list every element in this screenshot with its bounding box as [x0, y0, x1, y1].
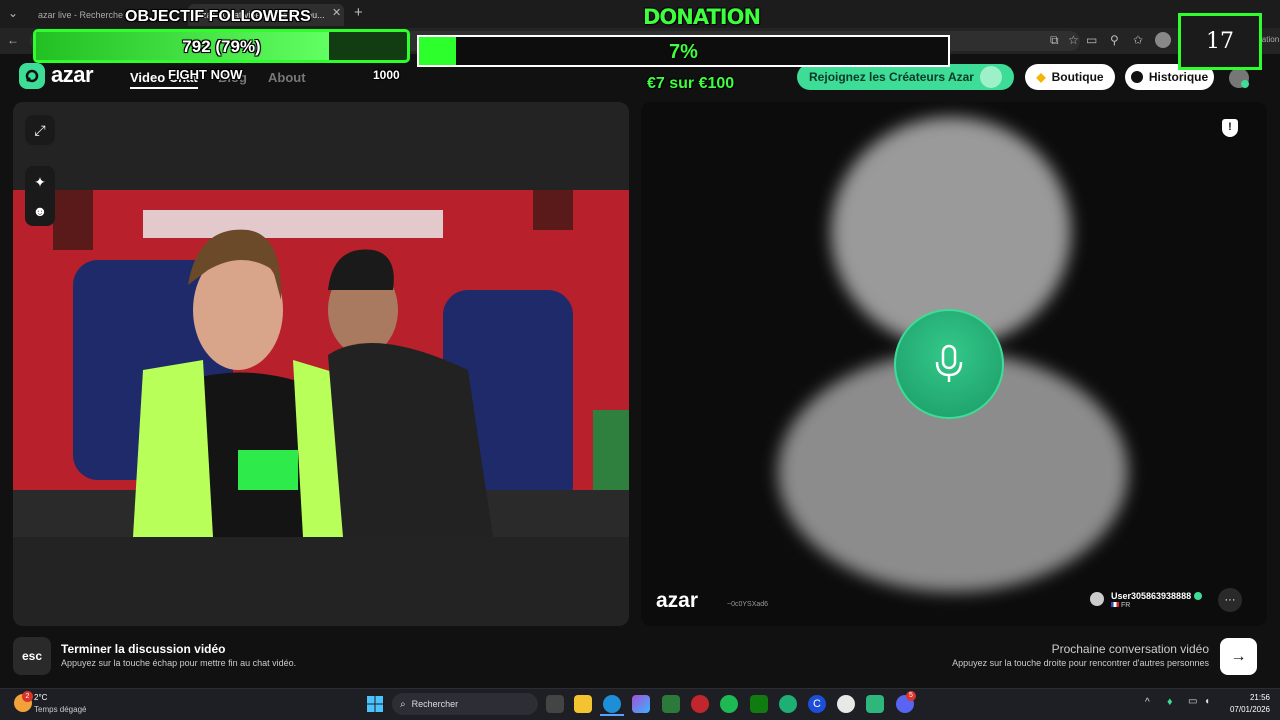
- azar-logo-icon[interactable]: [19, 63, 45, 89]
- clock-date[interactable]: 07/01/2026: [1222, 705, 1270, 714]
- azar-logo-text[interactable]: azar: [51, 62, 94, 88]
- microphone-icon: [935, 344, 963, 382]
- followers-goal-title: OBJECTIF FOLLOWERS: [125, 8, 311, 25]
- creator-avatar-icon: [979, 66, 1002, 88]
- report-shield-icon[interactable]: !: [1222, 119, 1238, 137]
- tab-label: azar live - Recherche: [38, 10, 124, 20]
- discord-badge: 5: [906, 691, 916, 701]
- nav-active-underline: [130, 87, 198, 89]
- followers-value: 792 (79%): [182, 37, 261, 56]
- star-icon[interactable]: ☆: [1068, 33, 1079, 47]
- nav-about[interactable]: About: [268, 70, 306, 85]
- shop-label: Boutique: [1051, 70, 1104, 84]
- history-label: Historique: [1148, 70, 1209, 84]
- next-arrow-button[interactable]: →: [1220, 638, 1257, 675]
- next-chat-title: Prochaine conversation vidéo: [1051, 642, 1209, 656]
- local-camera-feed: [13, 190, 629, 537]
- back-arrow-icon[interactable]: ←: [7, 33, 19, 47]
- end-chat-subtitle: Appuyez sur la touche échap pour mettre …: [61, 658, 297, 668]
- taskbar-search[interactable]: ⌕ Rechercher: [392, 693, 538, 715]
- next-chat-subtitle: Appuyez sur la touche droite pour rencon…: [952, 658, 1209, 668]
- clock-time[interactable]: 21:56: [1222, 693, 1270, 702]
- file-explorer-icon[interactable]: [574, 695, 592, 713]
- favorites-icon[interactable]: ✩: [1133, 33, 1143, 47]
- spotify-icon[interactable]: [720, 695, 738, 713]
- mic-tray-icon[interactable]: ♦: [1167, 696, 1173, 708]
- xbox-icon[interactable]: [750, 695, 768, 713]
- extensions-icon[interactable]: ⚲: [1110, 33, 1119, 47]
- video-icon[interactable]: ▭: [1086, 33, 1097, 47]
- search-icon: ⌕: [400, 698, 406, 710]
- diamond-icon: ◆: [1036, 70, 1046, 84]
- donation-progress-bar: 7%: [417, 35, 950, 67]
- remote-username[interactable]: User305863938888: [1111, 591, 1191, 601]
- remote-country: FR: [1111, 602, 1130, 609]
- weather-desc: Temps dégagé: [34, 705, 87, 714]
- azar-watermark: azar: [656, 589, 699, 612]
- windows-start-icon[interactable]: [366, 695, 384, 713]
- viewer-count: 17: [1206, 29, 1234, 54]
- copilot-icon[interactable]: [632, 695, 650, 713]
- discord-icon[interactable]: 5: [896, 691, 916, 713]
- app-red-icon[interactable]: [691, 695, 709, 713]
- effects-toolbar: ✦ ☻: [25, 166, 55, 226]
- store-icon[interactable]: [662, 695, 680, 713]
- app-green-icon[interactable]: [866, 695, 884, 713]
- active-app-indicator: [600, 714, 624, 716]
- task-view-icon[interactable]: [546, 695, 564, 713]
- donation-percent: 7%: [669, 41, 698, 63]
- search-placeholder: Rechercher: [411, 699, 459, 709]
- clock-icon: [1130, 71, 1143, 83]
- esc-key-button[interactable]: esc: [13, 637, 51, 675]
- plus-icon[interactable]: +: [354, 4, 363, 21]
- online-dot: [1241, 80, 1249, 88]
- local-video-panel: ⤢ ✦ ☻: [13, 102, 629, 626]
- esc-key-label: esc: [21, 649, 43, 663]
- remote-video-panel: ! azar ~0c0YSXad6 User305863938888 FR ··…: [641, 102, 1267, 626]
- sparkle-icon[interactable]: ✦: [34, 174, 46, 191]
- join-creators-label: Rejoignez les Créateurs Azar: [809, 70, 974, 84]
- close-tab-icon[interactable]: ✕: [332, 6, 341, 19]
- expand-icon[interactable]: ⤢: [25, 115, 55, 145]
- profile-avatar[interactable]: [1155, 32, 1171, 48]
- viewer-count-box: 17: [1178, 13, 1262, 70]
- edge-icon[interactable]: [603, 695, 621, 713]
- whatsapp-icon[interactable]: [779, 695, 797, 713]
- watermark-id: ~0c0YSXad6: [727, 601, 769, 608]
- open-external-icon[interactable]: ⧉: [1050, 33, 1059, 48]
- chat-bubble-icon[interactable]: ···: [1218, 588, 1242, 612]
- weather-temp: 2°C: [34, 693, 48, 702]
- sticker-icon[interactable]: ☻: [33, 203, 48, 219]
- country-code: FR: [1120, 602, 1131, 609]
- battery-icon[interactable]: ▭: [1188, 696, 1197, 707]
- user-avatar[interactable]: [1229, 68, 1249, 88]
- remote-user-avatar: [1090, 592, 1104, 606]
- join-creators-button[interactable]: Rejoignez les Créateurs Azar: [797, 64, 1014, 90]
- fight-now-label: FIGHT NOW: [168, 67, 243, 82]
- weather-icon[interactable]: 2: [14, 691, 33, 712]
- donation-title: DONATION: [643, 5, 761, 29]
- donation-amount: €7 sur €100: [647, 75, 735, 92]
- microphone-button[interactable]: [894, 309, 1004, 419]
- arrow-right-icon: →: [1230, 647, 1247, 665]
- fight-count: 1000: [373, 68, 400, 82]
- chevron-up-icon[interactable]: ^: [1145, 697, 1150, 708]
- shop-button[interactable]: ◆ Boutique: [1025, 64, 1115, 90]
- camera-scene: [13, 190, 629, 537]
- volume-icon[interactable]: ◖: [1204, 696, 1210, 707]
- verified-badge-icon: [1194, 592, 1202, 600]
- followers-progress-bar: 792 (79%): [33, 29, 410, 63]
- app-c-icon[interactable]: C: [808, 695, 826, 713]
- chrome-icon[interactable]: [837, 695, 855, 713]
- end-chat-title: Terminer la discussion vidéo: [61, 642, 226, 656]
- flag-fr-icon: [1111, 602, 1119, 607]
- weather-badge: 2: [22, 691, 33, 702]
- chevron-down-icon[interactable]: ⌄: [8, 6, 18, 20]
